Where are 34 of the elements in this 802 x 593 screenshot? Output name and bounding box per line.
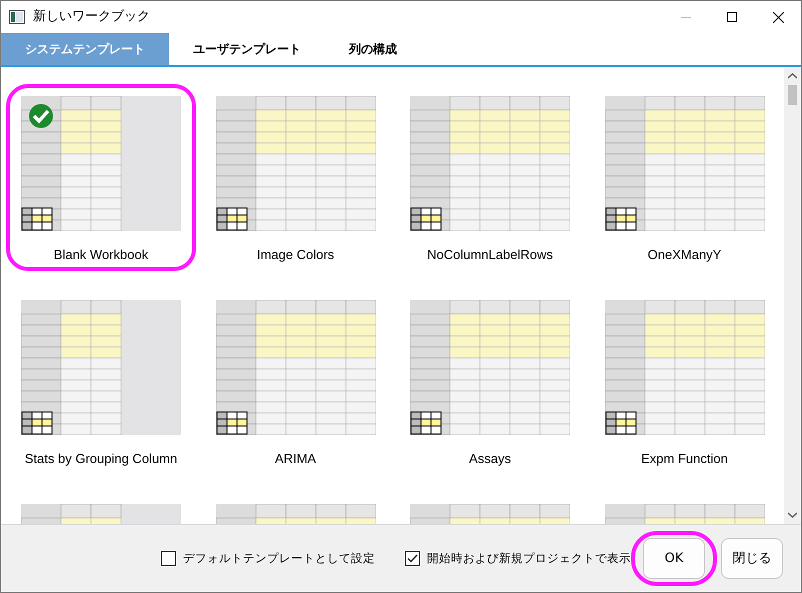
ok-button[interactable]: OK (643, 538, 705, 579)
close-dialog-button[interactable]: 閉じる (721, 538, 783, 579)
minimize-icon (681, 16, 691, 18)
scroll-up-icon (788, 73, 797, 79)
close-icon (772, 12, 784, 22)
template-label: Expm Function (641, 450, 728, 468)
template-label: NoColumnLabelRows (427, 246, 553, 264)
template-item[interactable]: NoColumnLabelRows (395, 84, 585, 271)
template-label: Blank Workbook (54, 246, 148, 264)
template-label: ARIMA (274, 450, 316, 468)
checkbox-label: デフォルトテンプレートとして設定 (183, 550, 375, 567)
checkbox[interactable] (161, 551, 176, 566)
template-label: Assays (469, 450, 511, 468)
template-item[interactable]: ARIMA (200, 288, 390, 475)
tab[interactable]: ユーザテンプレート (169, 33, 325, 65)
template-label: OneXManyY (648, 246, 722, 264)
checkbox-label: 開始時および新規プロジェクトで表示 (427, 550, 631, 567)
window-title: 新しいワークブック (33, 8, 150, 26)
scrollbar[interactable] (784, 67, 801, 524)
template-item[interactable]: Expm Function (590, 288, 780, 475)
maximize-icon (727, 12, 737, 22)
app-icon (9, 10, 25, 24)
template-item[interactable]: Blank Workbook (6, 84, 196, 271)
checkbox[interactable] (405, 551, 420, 566)
template-item[interactable]: OneXManyY (590, 84, 780, 271)
template-label: Stats by Grouping Column (24, 450, 178, 468)
template-item[interactable]: Assays (395, 288, 585, 475)
scroll-thumb[interactable] (788, 85, 797, 105)
check-icon (29, 104, 53, 128)
tab[interactable]: 列の構成 (325, 33, 421, 65)
template-item[interactable]: Image Colors (200, 84, 390, 271)
template-label: Image Colors (256, 246, 334, 264)
scroll-down-icon (788, 512, 797, 518)
template-item[interactable]: Stats by Grouping Column (6, 288, 196, 475)
